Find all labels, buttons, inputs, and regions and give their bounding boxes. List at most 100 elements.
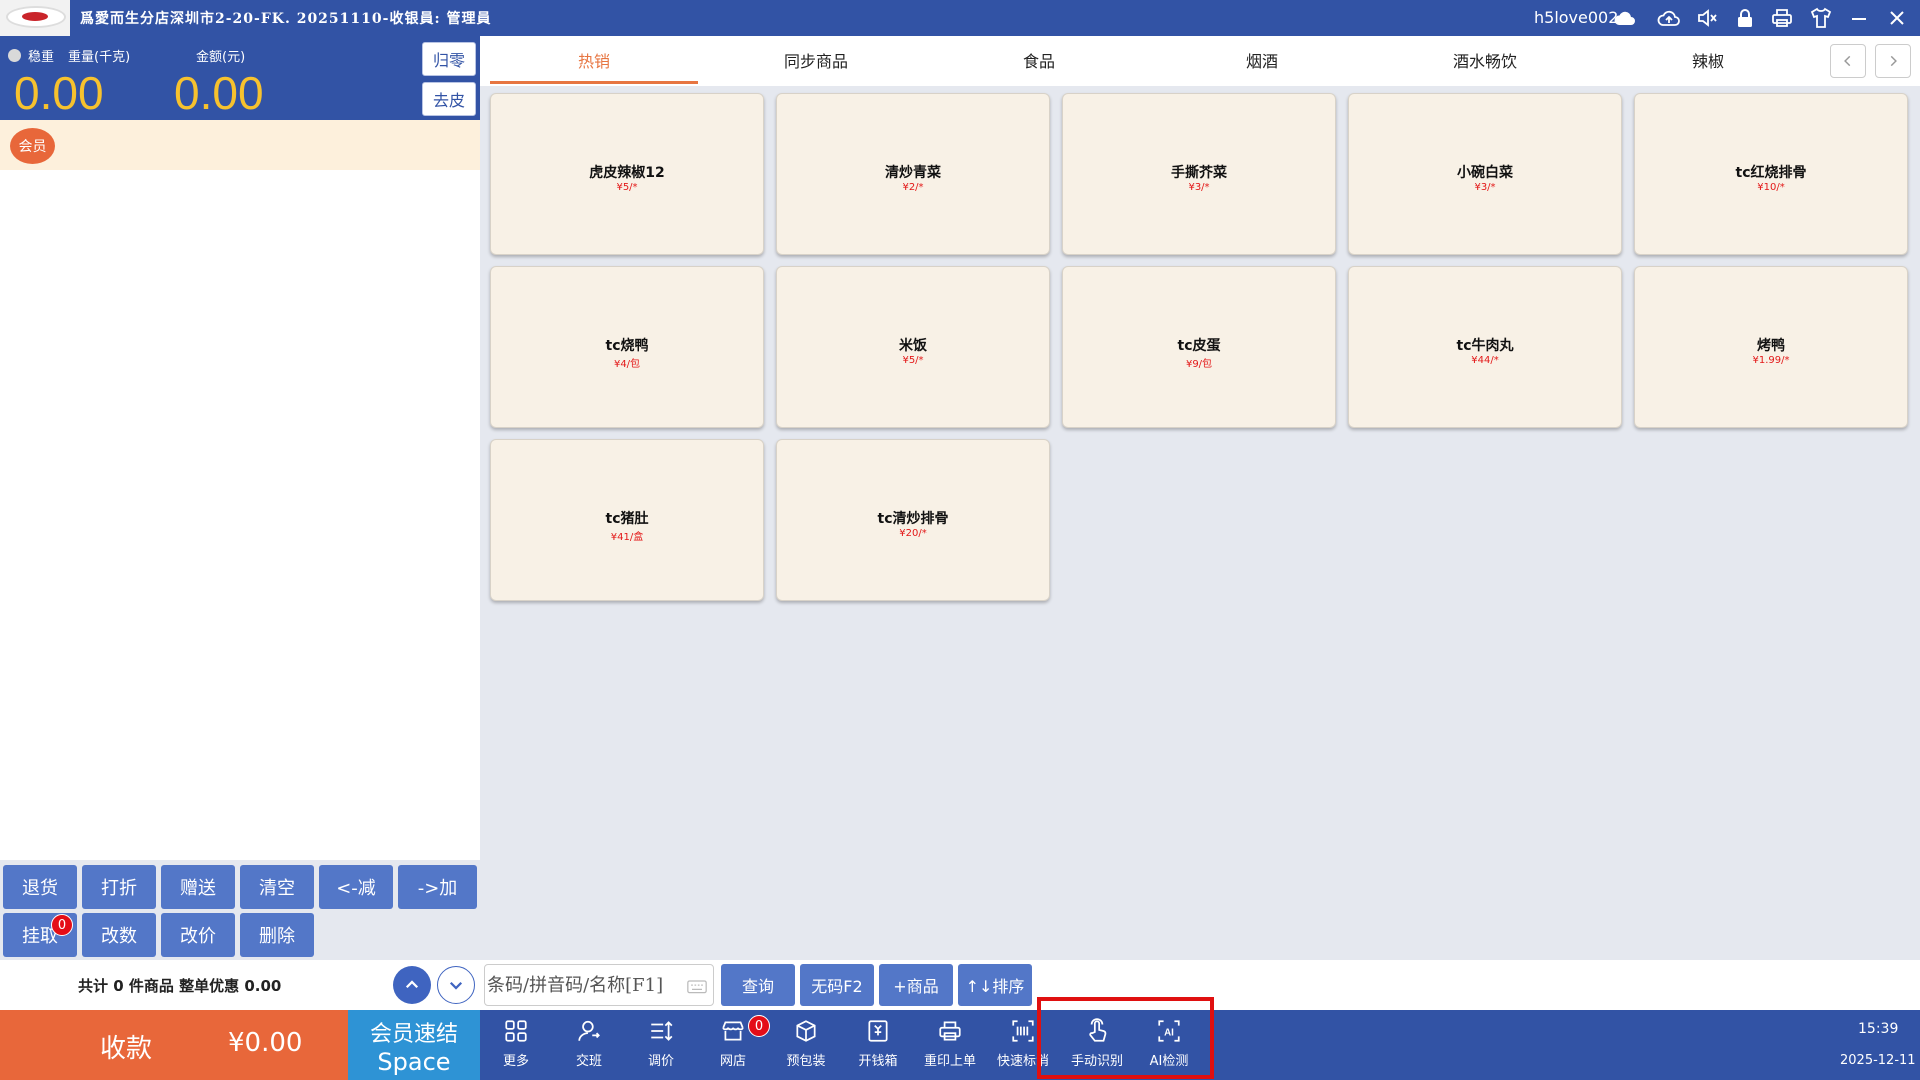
- query-button[interactable]: 查询: [721, 964, 795, 1006]
- more-button[interactable]: 更多: [483, 1018, 549, 1074]
- cloud-upload-icon[interactable]: [1654, 3, 1684, 33]
- product-price: ¥20/*: [899, 528, 927, 539]
- product-price: ¥41/盒: [610, 532, 644, 543]
- product-card[interactable]: tc猪肚 ¥41/盒: [490, 439, 764, 601]
- touch-icon: [1089, 1018, 1107, 1042]
- bottom-toolbar: 更多 交班 调价 网店 0 预包装 开钱箱 重印上单 快速标消 手动识别 AI …: [480, 1010, 1920, 1080]
- return-button[interactable]: 退货: [3, 865, 77, 909]
- gift-button[interactable]: 赠送: [161, 865, 235, 909]
- tab-prev-button[interactable]: [1830, 44, 1866, 78]
- product-price: ¥3/*: [1188, 182, 1210, 193]
- search-box: [484, 964, 714, 1006]
- tab-chili[interactable]: 辣椒: [1600, 36, 1816, 84]
- price-adjust-icon: [651, 1021, 673, 1041]
- product-price: ¥4/包: [613, 359, 641, 370]
- keyboard-icon[interactable]: [687, 977, 707, 995]
- product-name: tc清炒排骨: [877, 511, 949, 527]
- product-card[interactable]: tc牛肉丸 ¥44/*: [1348, 266, 1622, 428]
- product-name: tc烧鸭: [605, 338, 649, 354]
- tab-synced-products[interactable]: 同步商品: [708, 36, 924, 84]
- barcode-icon: [1012, 1020, 1034, 1042]
- prepackage-button[interactable]: 预包装: [773, 1018, 839, 1074]
- delete-button[interactable]: 删除: [240, 913, 314, 957]
- product-name: tc猪肚: [605, 511, 649, 527]
- product-card[interactable]: 小碗白菜 ¥3/*: [1348, 93, 1622, 255]
- product-card[interactable]: 烤鸭 ¥1.99/*: [1634, 266, 1908, 428]
- member-quick-checkout-button[interactable]: 会员速结 Space: [348, 1010, 480, 1080]
- title-bar: 爲愛而生分店深圳市2-20-FK. 20251110-收银員: 管理員 h5lo…: [0, 0, 1920, 36]
- product-card[interactable]: 米饭 ¥5/*: [776, 266, 1050, 428]
- increase-button[interactable]: ->加: [398, 865, 477, 909]
- product-card[interactable]: 手撕芥菜 ¥3/*: [1062, 93, 1336, 255]
- member-button[interactable]: 会员: [10, 128, 55, 164]
- scroll-up-button[interactable]: [393, 966, 431, 1004]
- product-name: 清炒青菜: [885, 165, 941, 181]
- chevron-down-icon: [449, 981, 463, 990]
- price-adjust-button[interactable]: 调价: [628, 1018, 694, 1074]
- lock-icon[interactable]: [1730, 3, 1760, 33]
- minimize-icon[interactable]: [1844, 3, 1874, 33]
- sort-button[interactable]: ↑↓排序: [958, 964, 1032, 1006]
- tab-next-button[interactable]: [1875, 44, 1911, 78]
- open-cash-drawer-button[interactable]: 开钱箱: [845, 1018, 911, 1074]
- quick-label-button[interactable]: 快速标消: [990, 1018, 1056, 1074]
- product-card[interactable]: tc烧鸭 ¥4/包: [490, 266, 764, 428]
- product-card[interactable]: 清炒青菜 ¥2/*: [776, 93, 1050, 255]
- manual-recognition-label: 手动识别: [1070, 1054, 1123, 1069]
- zero-button[interactable]: 归零: [422, 42, 476, 76]
- member-quick-label: 会员速结: [369, 1022, 458, 1047]
- tare-button[interactable]: 去皮: [422, 82, 476, 116]
- product-card[interactable]: tc清炒排骨 ¥20/*: [776, 439, 1050, 601]
- tab-drinks[interactable]: 酒水畅饮: [1377, 36, 1593, 84]
- change-quantity-button[interactable]: 改数: [82, 913, 156, 957]
- scroll-down-button[interactable]: [437, 966, 475, 1004]
- weight-label: 重量(千克): [68, 50, 131, 65]
- cash-drawer-icon: [868, 1020, 888, 1042]
- web-store-count-badge: 0: [748, 1015, 770, 1037]
- product-card[interactable]: 虎皮辣椒12 ¥5/*: [490, 93, 764, 255]
- reprint-last-button[interactable]: 重印上单: [917, 1018, 983, 1074]
- tab-tobacco-liquor[interactable]: 烟酒: [1154, 36, 1370, 84]
- tab-food[interactable]: 食品: [931, 36, 1147, 84]
- product-price: ¥44/*: [1471, 355, 1499, 366]
- clear-button[interactable]: 清空: [240, 865, 314, 909]
- decrease-button[interactable]: <-减: [319, 865, 393, 909]
- product-price: ¥5/*: [902, 355, 924, 366]
- product-card[interactable]: tc红烧排骨 ¥10/*: [1634, 93, 1908, 255]
- checkout-label: 收款: [100, 1034, 153, 1064]
- ai-detection-label: AI检测: [1149, 1054, 1189, 1069]
- member-bar: 会员: [0, 120, 480, 170]
- web-store-label: 网店: [719, 1054, 746, 1069]
- product-price: ¥10/*: [1757, 182, 1785, 193]
- grid-icon: [505, 1020, 527, 1042]
- no-barcode-button[interactable]: 无码F2: [800, 964, 874, 1006]
- discount-button[interactable]: 打折: [82, 865, 156, 909]
- order-summary: 共计 0 件商品 整单优惠 0.00: [78, 977, 282, 995]
- reprint-last-label: 重印上单: [923, 1054, 976, 1069]
- cloud-sync-icon[interactable]: [1610, 3, 1640, 33]
- more-label: 更多: [502, 1054, 529, 1069]
- manual-recognition-button[interactable]: 手动识别: [1064, 1018, 1130, 1074]
- speaker-mute-icon[interactable]: [1692, 3, 1722, 33]
- prepackage-label: 预包装: [786, 1054, 826, 1069]
- product-card[interactable]: tc皮蛋 ¥9/包: [1062, 266, 1336, 428]
- ai-detection-button[interactable]: AI AI检测: [1136, 1018, 1202, 1074]
- printer-icon[interactable]: [1767, 3, 1797, 33]
- product-name: tc皮蛋: [1177, 338, 1221, 354]
- stable-indicator-icon: [8, 49, 21, 62]
- amount-value: 0.00: [174, 67, 264, 119]
- open-cash-drawer-label: 开钱箱: [858, 1054, 898, 1069]
- search-input[interactable]: [487, 967, 683, 1003]
- change-price-button[interactable]: 改价: [161, 913, 235, 957]
- svg-text:AI: AI: [1164, 1027, 1174, 1038]
- tab-hot-sales[interactable]: 热销: [486, 36, 702, 84]
- shirt-icon[interactable]: [1806, 3, 1836, 33]
- hold-count-badge: 0: [51, 914, 73, 936]
- product-name: 虎皮辣椒12: [589, 165, 665, 181]
- add-product-button[interactable]: +商品: [879, 964, 953, 1006]
- product-name: 小碗白菜: [1457, 165, 1513, 181]
- shift-handover-button[interactable]: 交班: [556, 1018, 622, 1074]
- close-icon[interactable]: [1882, 3, 1912, 33]
- checkout-button[interactable]: 收款 ¥0.00: [0, 1010, 348, 1080]
- printer-icon: [939, 1021, 961, 1041]
